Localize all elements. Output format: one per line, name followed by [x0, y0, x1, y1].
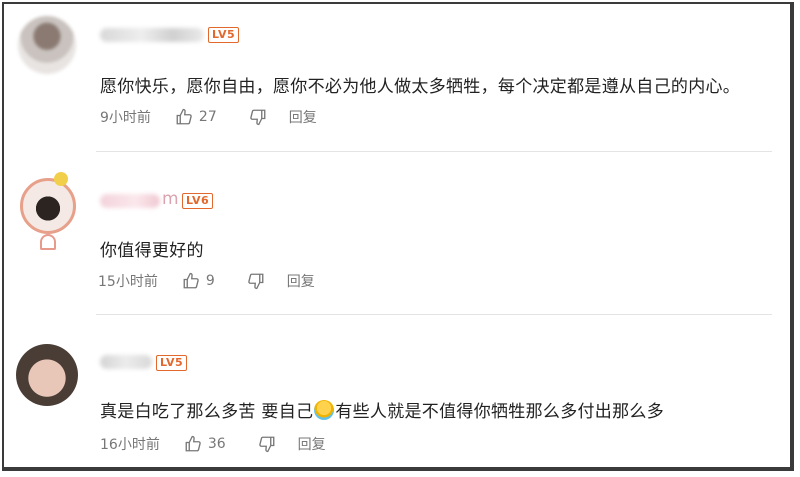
username-blurred[interactable]	[100, 194, 160, 208]
username-blurred[interactable]	[100, 28, 204, 42]
comment-text: 愿你快乐，愿你自由，愿你不必为他人做太多牺牲，每个决定都是遵从自己的内心。	[100, 77, 741, 97]
comment-item: LV5 愿你快乐，愿你自由，愿你不必为他人做太多牺牲，每个决定都是遵从自己的内心…	[4, 4, 790, 152]
comment-meta: 15小时前 9 回复	[98, 271, 315, 291]
level-badge: LV5	[156, 355, 188, 371]
username-blurred[interactable]	[100, 355, 152, 369]
dislike-button[interactable]	[247, 272, 265, 290]
comment-time: 16小时前	[100, 437, 160, 453]
comment-item: m LV6 你值得更好的 15小时前 9 回复	[4, 152, 790, 315]
comment-text-part: 有些人就是不值得你牺牲那么多付出那么多	[335, 402, 665, 422]
like-count: 9	[205, 273, 215, 289]
reply-button[interactable]: 回复	[298, 434, 326, 454]
thumb-up-icon	[183, 272, 199, 289]
comment-list: LV5 愿你快乐，愿你自由，愿你不必为他人做太多牺牲，每个决定都是遵从自己的内心…	[2, 2, 794, 471]
like-button[interactable]: 36	[184, 435, 258, 453]
thumb-up-icon	[176, 108, 192, 125]
avatar[interactable]	[18, 16, 76, 74]
thumb-up-icon	[185, 435, 201, 452]
comment-text-part: 真是白吃了那么多苦 要自己	[100, 402, 314, 422]
avatar[interactable]	[20, 178, 76, 234]
reply-button[interactable]: 回复	[289, 107, 317, 127]
like-button[interactable]: 9	[182, 272, 247, 290]
comment-item: LV5 真是白吃了那么多苦 要自己 有些人就是不值得你牺牲那么多付出那么多 16小…	[4, 315, 790, 473]
comment-meta: 16小时前 36 回复	[100, 434, 326, 454]
dislike-button[interactable]	[258, 435, 276, 453]
avatar-bow-icon	[40, 234, 56, 250]
avatar-decoration-icon	[54, 172, 68, 186]
avatar[interactable]	[16, 344, 78, 406]
comment-meta: 9小时前 27 回复	[100, 107, 317, 127]
username-visible-part[interactable]: m	[162, 189, 179, 209]
reply-button[interactable]: 回复	[287, 271, 315, 291]
level-badge: LV5	[208, 27, 240, 43]
comment-text: 真是白吃了那么多苦 要自己 有些人就是不值得你牺牲那么多付出那么多	[100, 397, 664, 422]
like-count: 27	[198, 109, 217, 125]
thumb-down-icon	[258, 436, 275, 453]
thumb-down-icon	[249, 109, 266, 126]
dislike-button[interactable]	[249, 108, 267, 126]
level-badge: LV6	[182, 193, 214, 209]
comment-time: 15小时前	[98, 274, 158, 290]
emoji-icon	[314, 400, 335, 420]
comment-text: 你值得更好的	[100, 241, 204, 261]
like-button[interactable]: 27	[175, 108, 249, 126]
like-count: 36	[207, 436, 226, 452]
comment-time: 9小时前	[100, 110, 151, 126]
thumb-down-icon	[247, 273, 264, 290]
